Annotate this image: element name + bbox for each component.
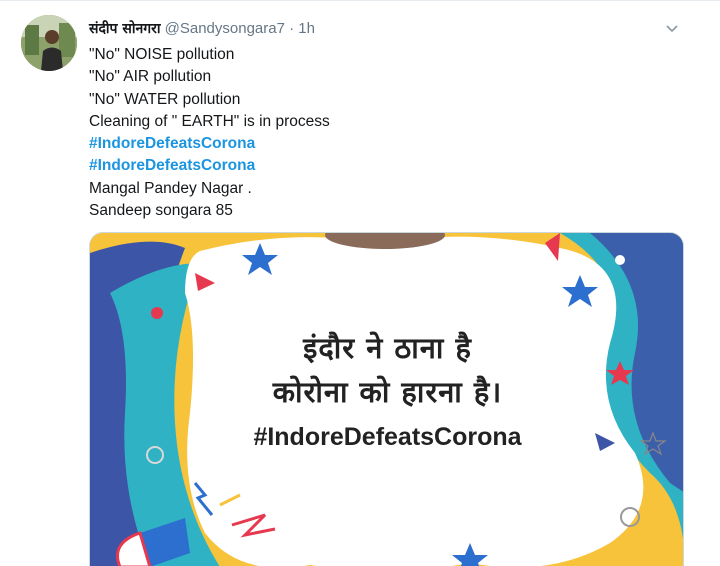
display-name[interactable]: संदीप सोनगरा [89,21,160,37]
separator-dot: · [284,20,299,37]
tweet-media[interactable]: इंदौर ने ठाना है कोरोना को हारना है। #In… [89,232,684,566]
tweet-line: "No" AIR pollution [89,68,212,86]
tweet-text: "No" NOISE pollution "No" AIR pollution … [89,44,330,222]
avatar[interactable] [21,15,77,71]
avatar-image [21,15,77,71]
hashtag-link[interactable]: #IndoreDefeatsCorona [89,133,330,155]
tweet-line: "No" WATER pollution [89,90,241,108]
poster-line-1: इंदौर ने ठाना है [303,331,472,365]
tweet-line: "No" NOISE pollution [89,46,235,63]
tweet-line: Cleaning of " EARTH" is in process [89,112,330,130]
tweet-header: संदीप सोनगरा @Sandysongara7 · 1h [89,19,315,39]
tweet-line: Mangal Pandey Nagar . [89,179,252,197]
tweet-time[interactable]: 1h [298,20,315,37]
user-handle[interactable]: @Sandysongara7 [165,20,285,37]
chevron-down-icon[interactable] [664,20,680,36]
tweet-line: Sandeep songara 85 [89,202,233,220]
poster-line-2: कोरोना को हारना है। [272,375,503,409]
poster-hashtag: #IndoreDefeatsCorona [253,423,522,451]
tweet-top-border [0,0,720,1]
hashtag-link[interactable]: #IndoreDefeatsCorona [89,155,330,177]
